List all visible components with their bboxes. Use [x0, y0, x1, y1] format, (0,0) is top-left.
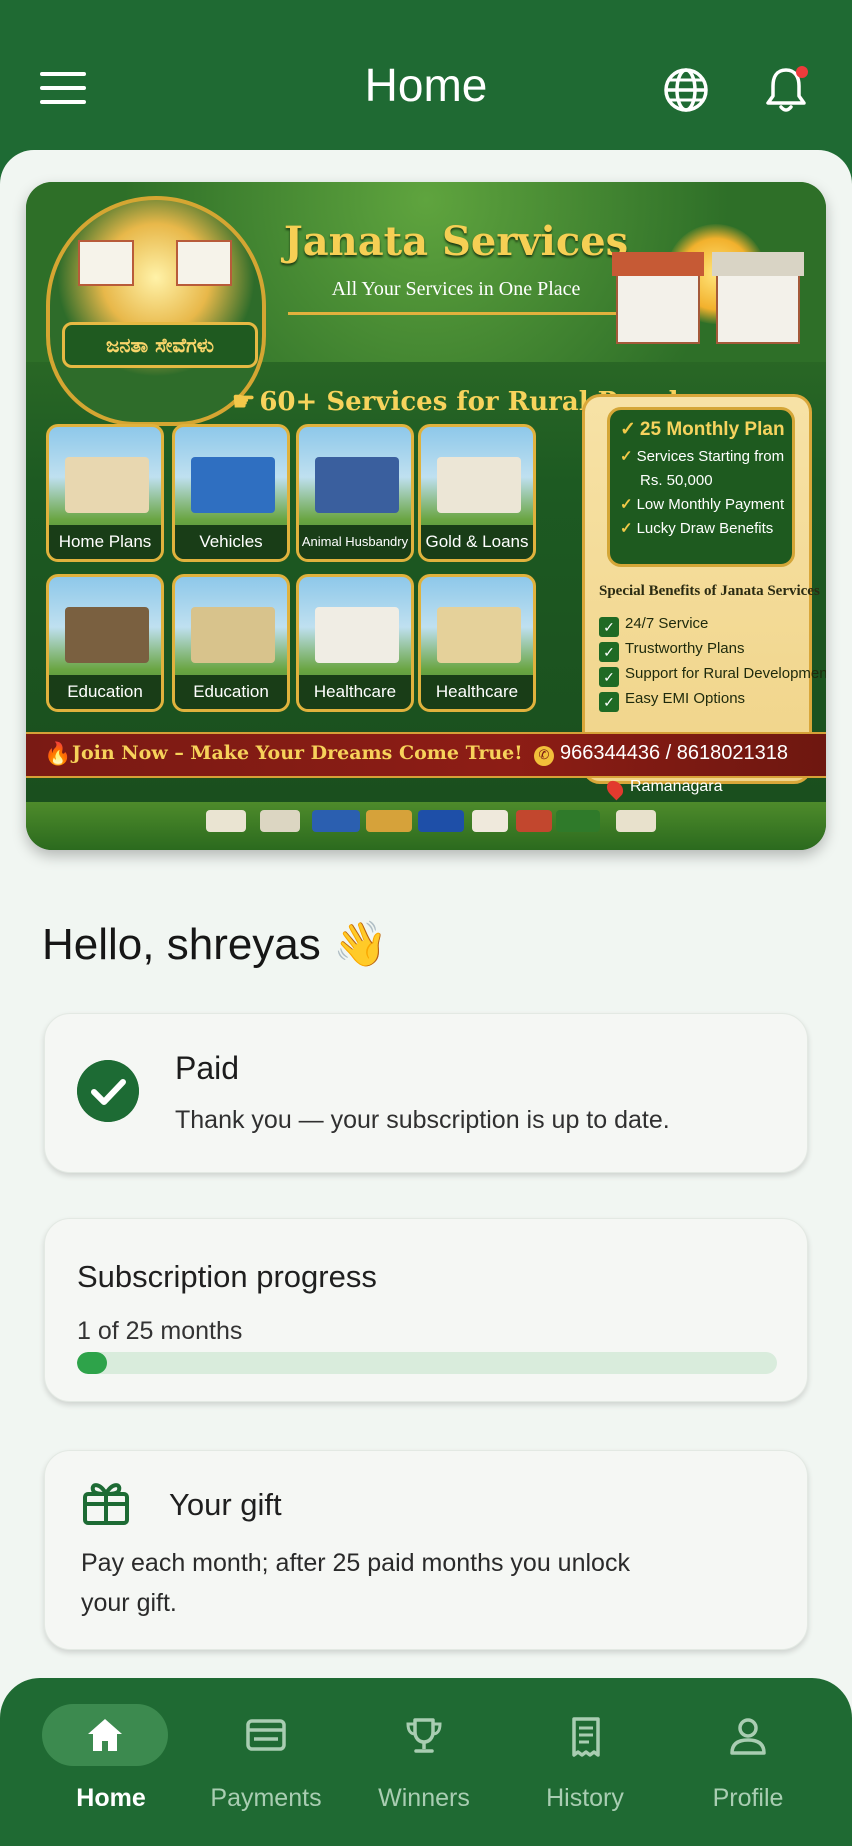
car-icon	[418, 810, 464, 832]
subscription-progress-card: Subscription progress 1 of 25 months	[44, 1218, 808, 1402]
tile-healthcare: Healthcare	[296, 574, 414, 712]
house-icon	[516, 810, 552, 832]
progress-title: Subscription progress	[77, 1259, 377, 1294]
phone-icon: ✆	[534, 746, 554, 766]
tile-label: Healthcare	[299, 675, 411, 709]
payment-status-card: Paid Thank you — your subscription is up…	[44, 1013, 808, 1173]
progress-fill	[77, 1352, 108, 1374]
check-icon: ✓	[620, 448, 633, 465]
cow-icon	[472, 810, 508, 832]
benefit-label: Trustworthy Plans	[625, 640, 745, 657]
card-icon	[246, 1719, 286, 1751]
gift-message: Pay each month; after 25 paid months you…	[81, 1549, 630, 1617]
check-icon: ✓	[620, 520, 633, 537]
pointing-hand-icon: ☛	[232, 387, 256, 417]
clinic-building-icon	[612, 252, 704, 344]
cta-bar: 🔥 Join Now – Make Your Dreams Come True!…	[26, 732, 826, 778]
nav-history[interactable]: History	[500, 1704, 670, 1824]
globe-icon[interactable]	[662, 66, 710, 114]
cta-text: Join Now – Make Your Dreams Come True!	[72, 742, 523, 764]
nav-label: Winners	[378, 1784, 470, 1812]
nav-payments[interactable]: Payments	[181, 1704, 351, 1824]
progress-label: 1 of 25 months	[77, 1317, 243, 1345]
benefit-item: ✓ Support for Rural Development	[599, 665, 826, 687]
tile-education-2: Education	[172, 574, 290, 712]
banner-divider	[288, 312, 618, 315]
house-icon	[206, 810, 246, 832]
tile-animal-husbandry: Animal Husbandry	[296, 424, 414, 562]
nav-label: Profile	[712, 1784, 784, 1812]
tile-label: Education	[49, 675, 161, 709]
plan-price: Rs. 50,000	[640, 472, 713, 489]
plan-panel: ✓ 25 Monthly Plan ✓ Services Starting from…	[582, 394, 826, 784]
progress-bar	[77, 1352, 777, 1374]
plan-line-3: Lucky Draw Benefits	[636, 520, 774, 537]
receipt-icon	[572, 1717, 600, 1757]
tile-label: Healthcare	[421, 675, 533, 709]
emblem-hospital-icon	[176, 240, 232, 286]
tile-label: Education	[175, 675, 287, 709]
benefits-title: Special Benefits of Janata Services	[599, 583, 820, 599]
banner-title: Janata Services	[283, 218, 629, 265]
hospital-building-icon	[712, 252, 804, 344]
tile-label: Vehicles	[175, 525, 287, 559]
plan-line-1: Services Starting from	[636, 448, 785, 465]
phone-numbers: 966344436 / 8618021318	[560, 742, 789, 764]
status-message: Thank you — your subscription is up to d…	[175, 1106, 670, 1134]
person-icon	[730, 1718, 766, 1755]
tile-label: Gold & Loans	[421, 525, 533, 559]
home-icon	[88, 1719, 122, 1751]
check-icon: ✓	[620, 496, 633, 513]
tile-home-plans: Home Plans	[46, 424, 164, 562]
tractor-icon	[556, 810, 600, 832]
gift-icon	[83, 1483, 129, 1525]
tile-label: Animal Husbandry	[299, 525, 411, 559]
notification-badge	[796, 66, 808, 78]
emblem-ribbon: ಜನತಾ ಸೇವೆಗಳು	[62, 322, 258, 368]
car-icon	[366, 810, 412, 832]
house-icon	[260, 810, 300, 832]
nav-label: Home	[76, 1784, 146, 1812]
tile-label: Home Plans	[49, 525, 161, 559]
checkbox-icon: ✓	[599, 692, 619, 712]
greeting-text: Hello, shreyas 👋	[42, 920, 388, 969]
plan-heading: 25 Monthly Plan	[639, 419, 785, 440]
check-icon: ✓	[620, 419, 636, 440]
banner-subtitle: All Your Services in One Place	[331, 278, 581, 300]
nav-label: History	[546, 1784, 624, 1812]
car-icon	[312, 810, 360, 832]
emblem-house-icon	[78, 240, 134, 286]
tile-vehicles: Vehicles	[172, 424, 290, 562]
promo-banner[interactable]: ಜನತಾ ಸೇವೆಗಳು Janata Services All Your Se…	[26, 182, 826, 850]
nav-home[interactable]: Home	[26, 1704, 196, 1824]
location-text: Ramanagara	[630, 778, 723, 795]
checkbox-icon: ✓	[599, 642, 619, 662]
tile-education: Education	[46, 574, 164, 712]
benefit-label: 24/7 Service	[625, 615, 709, 632]
status-title: Paid	[175, 1050, 240, 1086]
benefit-item: ✓ 24/7 Service	[599, 615, 708, 637]
nav-winners[interactable]: Winners	[339, 1704, 509, 1824]
bottom-navigation: Home Payments Winners History Profile	[0, 1678, 852, 1846]
house-icon	[616, 810, 656, 832]
checkbox-icon: ✓	[599, 617, 619, 637]
tile-gold-loans: Gold & Loans	[418, 424, 536, 562]
flame-icon: 🔥	[44, 742, 72, 767]
gift-card: Your gift Pay each month; after 25 paid …	[44, 1450, 808, 1650]
page-title: Home	[364, 59, 488, 111]
gift-title: Your gift	[169, 1487, 282, 1522]
tile-healthcare-2: Healthcare	[418, 574, 536, 712]
nav-profile[interactable]: Profile	[663, 1704, 833, 1824]
benefit-item: ✓ Trustworthy Plans	[599, 640, 744, 662]
nav-label: Payments	[210, 1784, 322, 1812]
benefit-label: Easy EMI Options	[625, 690, 746, 707]
checkbox-icon: ✓	[599, 667, 619, 687]
check-circle-icon	[77, 1060, 139, 1122]
benefit-item: ✓ Easy EMI Options	[599, 690, 745, 712]
trophy-icon	[406, 1718, 442, 1753]
benefit-label: Support for Rural Development	[625, 665, 826, 682]
plan-line-2: Low Monthly Payment	[636, 496, 785, 513]
plan-summary: ✓ 25 Monthly Plan ✓ Services Starting from…	[607, 407, 795, 567]
app-bar: Home	[0, 0, 852, 150]
